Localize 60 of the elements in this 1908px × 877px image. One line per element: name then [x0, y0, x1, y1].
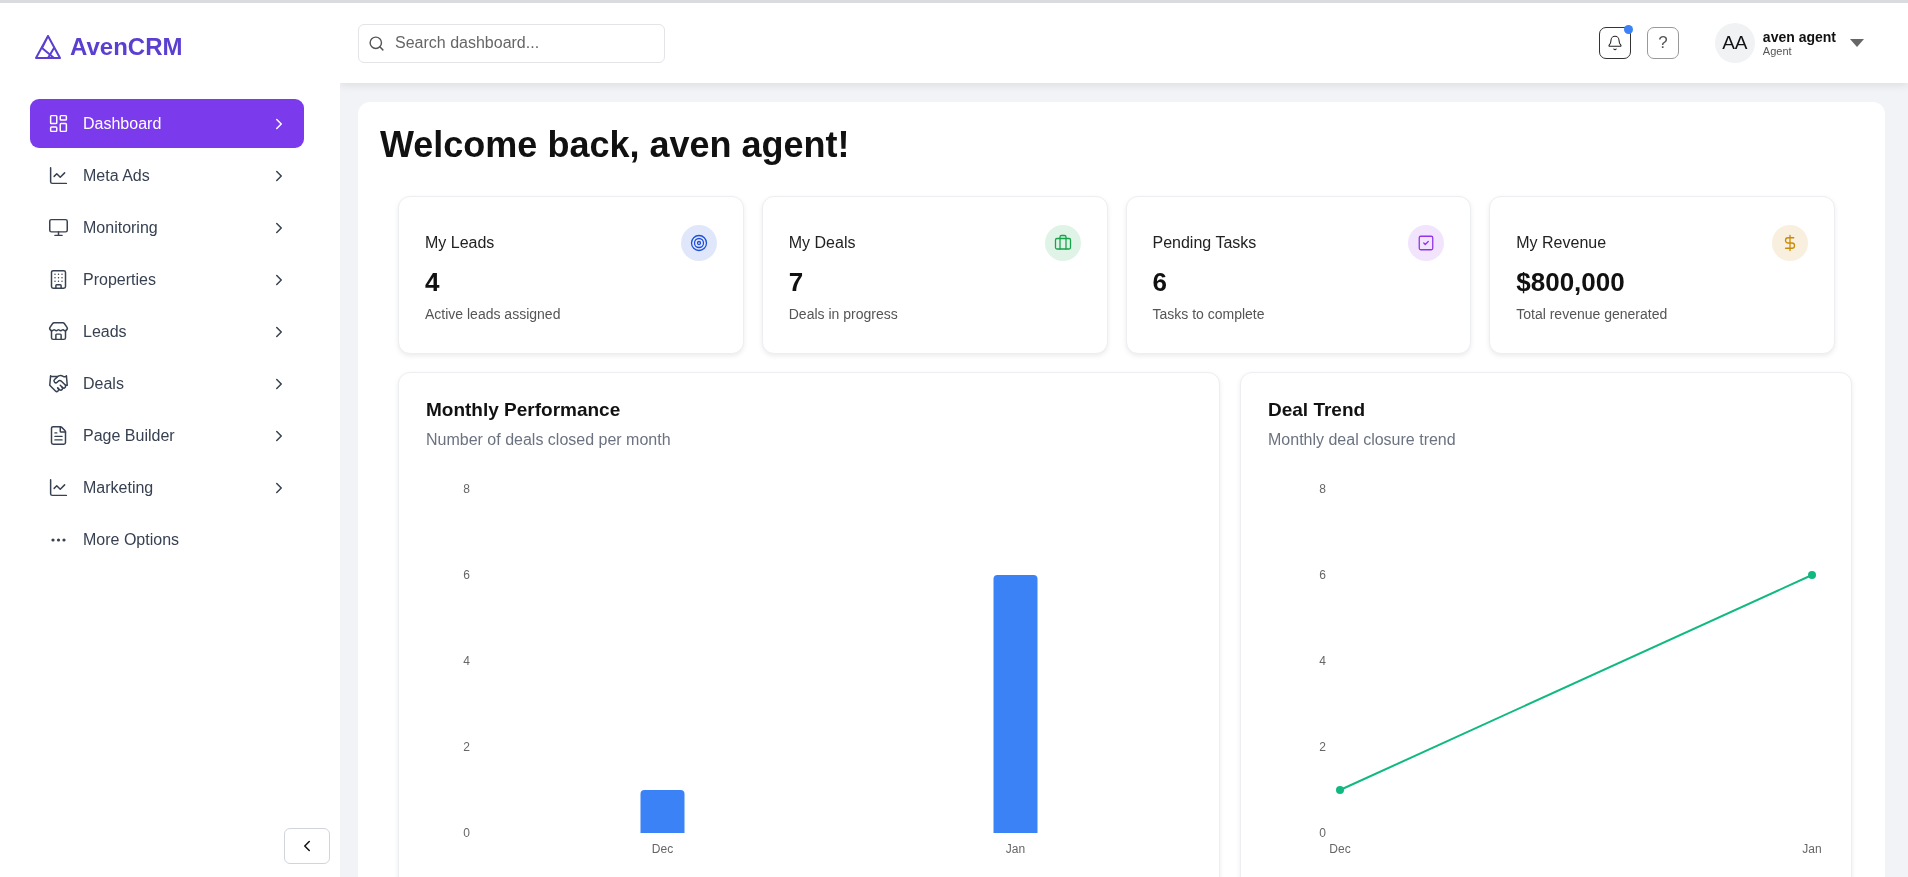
stat-caption: Deals in progress — [788, 306, 899, 322]
stat-title: My Leads — [425, 234, 495, 252]
bell-icon — [1606, 35, 1623, 51]
sidebar-item[interactable]: Marketing — [30, 463, 304, 512]
axis-category-label: Dec — [651, 842, 674, 856]
line-chart-icon — [48, 477, 69, 498]
chart-title: Deal Trend — [1268, 399, 1367, 421]
chart-subtitle: Monthly deal closure trend — [1268, 431, 1457, 449]
welcome-heading: Welcome back, aven agent! — [380, 124, 851, 166]
axis-tick-label: 2 — [463, 740, 470, 754]
stat-value: $800,000 — [1516, 267, 1626, 298]
stat-caption: Active leads assigned — [425, 306, 562, 322]
sidebar-item[interactable]: Leads — [30, 307, 304, 356]
axis-tick-label: 2 — [1319, 740, 1326, 754]
axis-category-label: Jan — [1005, 842, 1026, 856]
chart-bar — [640, 790, 685, 833]
document-icon — [48, 425, 69, 446]
axis-tick-label: 8 — [1319, 482, 1326, 496]
user-avatar[interactable]: AA — [1714, 23, 1755, 63]
line-chart-icon — [48, 165, 69, 186]
store-icon — [48, 321, 69, 342]
stat-value: 6 — [1152, 267, 1168, 298]
user-name: aven agent — [1762, 29, 1836, 45]
sidebar-item[interactable]: Dashboard — [30, 99, 304, 148]
axis-category-label: Jan — [1802, 842, 1822, 856]
stat-value: 4 — [425, 267, 441, 298]
axis-tick-label: 0 — [463, 826, 470, 840]
sidebar-item[interactable]: Monitoring — [30, 203, 304, 252]
sidebar-item[interactable]: Meta Ads — [30, 151, 304, 200]
sidebar-item[interactable]: Page Builder — [30, 411, 304, 460]
axis-tick-label: 6 — [1319, 568, 1326, 582]
chart-title: Monthly Performance — [426, 399, 622, 421]
monitor-icon — [48, 217, 69, 238]
search-field[interactable]: Search dashboard... — [358, 23, 665, 63]
chart-subtitle: Number of deals closed per month — [426, 431, 672, 449]
sidebar-item[interactable]: More Options — [30, 515, 304, 564]
more-icon — [51, 537, 66, 542]
help-button[interactable]: ? — [1646, 27, 1679, 59]
axis-tick-label: 6 — [463, 568, 470, 582]
building-icon — [48, 269, 69, 290]
stat-caption: Tasks to complete — [1152, 306, 1266, 322]
dashboard-grid-icon — [48, 113, 69, 134]
axis-tick-label: 0 — [1319, 826, 1326, 840]
axis-category-label: Dec — [1329, 842, 1351, 856]
stat-title: My Deals — [788, 234, 856, 252]
sidebar-item[interactable]: Deals — [30, 359, 304, 408]
stat-value: 7 — [788, 267, 805, 298]
axis-tick-label: 4 — [463, 654, 470, 668]
caret-down-icon[interactable] — [1850, 38, 1864, 48]
brand-name: AvenCRM — [70, 33, 183, 61]
sidebar-item[interactable]: Properties — [30, 255, 304, 304]
stat-caption: Total revenue generated — [1516, 306, 1669, 322]
axis-tick-label: 8 — [463, 482, 470, 496]
triangle-logo-icon — [34, 34, 62, 60]
stat-title: Pending Tasks — [1152, 234, 1257, 252]
stat-title: My Revenue — [1516, 234, 1607, 252]
handshake-icon — [48, 373, 69, 394]
axis-tick-label: 4 — [1319, 654, 1326, 668]
user-role: Agent — [1762, 45, 1793, 57]
notifications-button[interactable] — [1598, 27, 1631, 59]
